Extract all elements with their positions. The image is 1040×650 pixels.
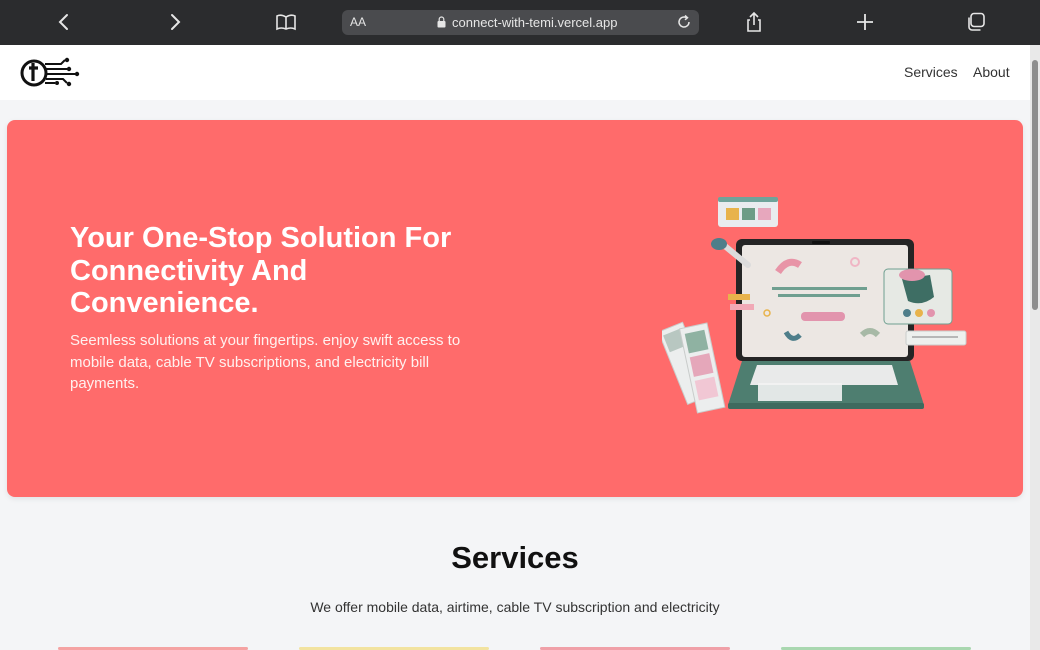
lock-icon — [437, 16, 446, 28]
laptop-illustration — [662, 197, 967, 414]
url-text: connect-with-temi.vercel.app — [452, 15, 618, 30]
browser-toolbar: AA connect-with-temi.vercel.app — [0, 0, 1040, 45]
text-size-button[interactable]: AA — [350, 15, 366, 29]
hero-subtitle: Seemless solutions at your fingertips. e… — [70, 332, 461, 392]
share-icon[interactable] — [743, 11, 765, 33]
hero-title: Your One-Stop Solution For Connectivity … — [70, 222, 452, 319]
nav-services-link[interactable]: Services — [904, 64, 958, 80]
nav-about-link[interactable]: About — [973, 64, 1010, 80]
hero-banner: Your One-Stop Solution For Connectivity … — [7, 120, 1023, 497]
forward-icon[interactable] — [164, 11, 186, 33]
tabs-icon[interactable] — [965, 11, 987, 33]
reload-icon[interactable] — [675, 13, 693, 31]
logo-icon[interactable] — [19, 55, 81, 91]
plus-icon[interactable] — [854, 11, 876, 33]
services-heading: Services — [451, 540, 579, 575]
page-scrollbar[interactable] — [1030, 45, 1040, 650]
back-icon[interactable] — [53, 11, 75, 33]
book-icon[interactable] — [275, 11, 297, 33]
scrollbar-thumb[interactable] — [1032, 60, 1038, 310]
site-header: Services About — [0, 45, 1030, 100]
services-description: We offer mobile data, airtime, cable TV … — [310, 599, 720, 615]
address-bar[interactable]: AA connect-with-temi.vercel.app — [342, 10, 699, 35]
